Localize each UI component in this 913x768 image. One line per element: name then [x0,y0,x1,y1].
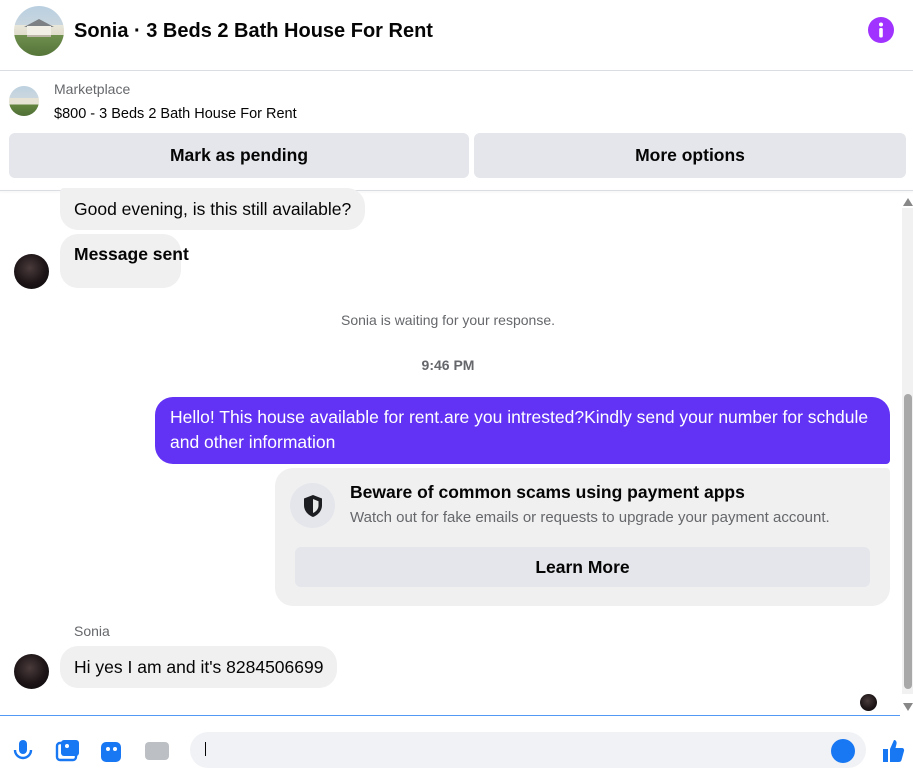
text-caret [205,742,206,756]
outgoing-message[interactable]: Hello! This house available for rent.are… [155,397,890,464]
conversation-title[interactable]: Sonia · 3 Beds 2 Bath House For Rent [74,20,433,43]
listing-avatar[interactable] [14,6,64,56]
scroll-up-arrow[interactable] [903,198,913,206]
gif-icon[interactable] [144,738,170,764]
mark-as-pending-button[interactable]: Mark as pending [9,133,469,178]
composer-divider [0,715,900,716]
waiting-status: Sonia is waiting for your response. [341,312,555,328]
house-body [27,26,51,37]
shield-icon [303,494,322,517]
scrollbar-thumb[interactable] [904,394,912,689]
read-receipt-avatar [860,694,877,711]
incoming-message[interactable]: Good evening, is this still available? [60,188,366,230]
sticker-icon[interactable] [99,738,125,764]
scam-warning-card: Beware of common scams using payment app… [275,468,890,606]
sender-name: Sonia [74,623,110,639]
more-options-button[interactable]: More options [474,133,906,178]
sender-avatar[interactable] [14,254,49,289]
like-icon[interactable] [880,738,906,764]
shield-icon-badge [290,483,335,528]
listing-thumbnail[interactable] [9,86,39,116]
conversation-header: Sonia · 3 Beds 2 Bath House For Rent [0,0,913,71]
emoji-icon[interactable] [830,738,856,764]
message-input[interactable] [190,732,866,768]
message-timestamp: 9:46 PM [421,357,475,373]
listing-title[interactable]: $800 - 3 Beds 2 Bath House For Rent [54,106,297,122]
photo-icon[interactable] [55,738,81,764]
learn-more-button[interactable]: Learn More [295,547,870,587]
sender-avatar[interactable] [14,654,49,689]
info-icon[interactable] [868,17,894,43]
marketplace-label: Marketplace [54,81,131,97]
incoming-message[interactable]: Message sent [60,234,189,288]
scam-warning-description: Watch out for fake emails or requests to… [350,509,830,526]
scroll-down-arrow[interactable] [903,703,913,711]
incoming-message[interactable]: Hi yes I am and it's 8284506699 [60,646,338,688]
microphone-icon[interactable] [10,738,36,764]
scam-warning-title: Beware of common scams using payment app… [350,482,745,502]
